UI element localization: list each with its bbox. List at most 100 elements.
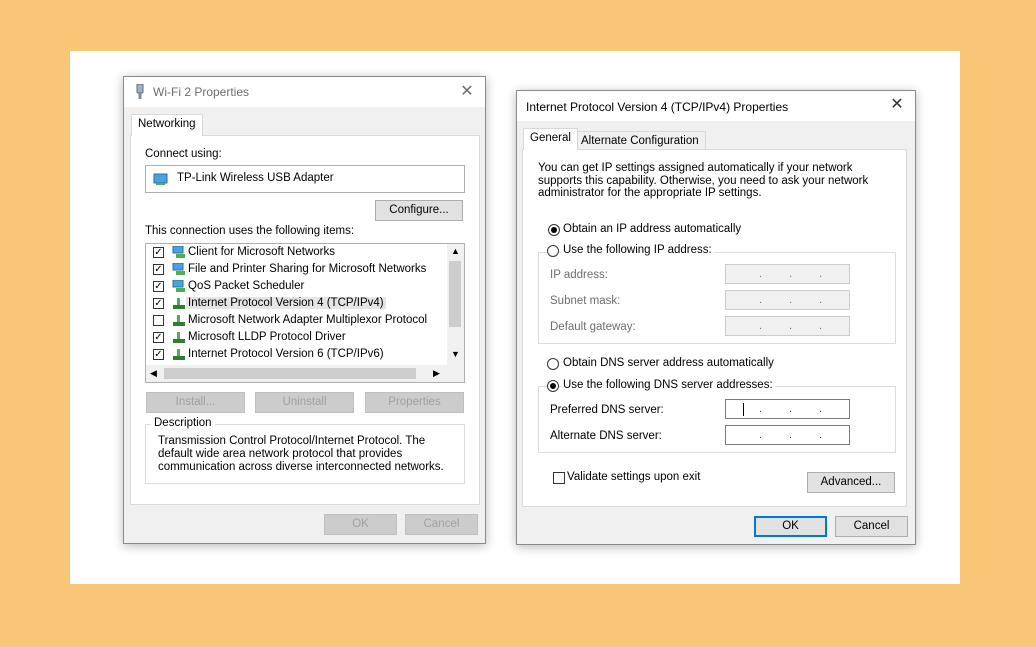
octet-separator: . — [789, 268, 793, 280]
octet-separator: . — [759, 429, 763, 441]
list-item[interactable]: Microsoft Network Adapter Multiplexor Pr… — [146, 312, 446, 329]
text-cursor — [743, 403, 744, 416]
item-label: QoS Packet Scheduler — [188, 280, 305, 292]
item-checkbox[interactable]: ✓ — [153, 332, 164, 343]
close-icon[interactable]: ✕ — [885, 93, 909, 117]
preferred-dns-label: Preferred DNS server: — [550, 404, 664, 416]
list-item[interactable]: ✓ File and Printer Sharing for Microsoft … — [146, 261, 446, 278]
dialog-title: Wi-Fi 2 Properties — [153, 85, 250, 99]
item-checkbox[interactable]: ✓ — [153, 349, 164, 360]
protocol-icon — [172, 331, 186, 344]
octet-separator: . — [759, 320, 763, 332]
obtain-ip-auto-radio[interactable] — [548, 224, 560, 236]
protocol-icon — [172, 297, 186, 310]
preferred-dns-field[interactable]: . . . — [725, 399, 850, 419]
default-gateway-label: Default gateway: — [550, 321, 636, 333]
use-following-dns-label[interactable]: Use the following DNS server addresses: — [561, 379, 775, 391]
ip-address-label: IP address: — [550, 269, 608, 281]
scroll-thumb-horizontal[interactable] — [164, 368, 416, 379]
ok-button[interactable]: OK — [754, 516, 827, 537]
scroll-up-icon[interactable]: ▲ — [451, 246, 460, 256]
wifi-properties-dialog: Wi-Fi 2 Properties ✕ Networking Connect … — [123, 76, 486, 544]
octet-separator: . — [819, 429, 823, 441]
item-label: Microsoft Network Adapter Multiplexor Pr… — [188, 314, 428, 326]
validate-label[interactable]: Validate settings upon exit — [567, 471, 700, 483]
intro-text: You can get IP settings assigned automat… — [538, 162, 869, 199]
octet-separator: . — [759, 403, 763, 415]
item-label: Client for Microsoft Networks — [188, 246, 335, 258]
obtain-dns-auto-label[interactable]: Obtain DNS server address automatically — [563, 357, 774, 369]
octet-separator: . — [759, 268, 763, 280]
uninstall-button[interactable]: Uninstall — [255, 392, 354, 413]
octet-separator: . — [819, 320, 823, 332]
description-text: Transmission Control Protocol/Internet P… — [158, 435, 444, 473]
scroll-thumb-vertical[interactable] — [449, 261, 461, 327]
items-list[interactable]: ✓ Client for Microsoft Networks ✓ File and … — [145, 243, 465, 383]
configure-button[interactable]: Configure... — [375, 200, 463, 221]
qos-icon — [172, 279, 186, 293]
octet-separator: . — [789, 403, 793, 415]
obtain-ip-auto-label[interactable]: Obtain an IP address automatically — [563, 223, 741, 235]
title-bar: Wi-Fi 2 Properties ✕ — [124, 77, 485, 107]
validate-checkbox[interactable] — [553, 472, 565, 484]
description-heading: Description — [151, 417, 215, 429]
tab-networking[interactable]: Networking — [131, 114, 203, 136]
ipv4-properties-dialog: Internet Protocol Version 4 (TCP/IPv4) P… — [516, 90, 916, 545]
list-item[interactable]: ✓ Internet Protocol Version 6 (TCP/IPv6) — [146, 346, 446, 363]
item-label: Internet Protocol Version 4 (TCP/IPv4) — [186, 297, 386, 309]
list-item[interactable]: ✓ Internet Protocol Version 4 (TCP/IPv4) — [146, 295, 446, 312]
install-button[interactable]: Install... — [146, 392, 245, 413]
cancel-button[interactable]: Cancel — [835, 516, 908, 537]
tab-general[interactable]: General — [523, 128, 578, 150]
adapter-icon — [153, 171, 169, 190]
title-bar: Internet Protocol Version 4 (TCP/IPv4) P… — [517, 91, 915, 121]
octet-separator: . — [759, 294, 763, 306]
tab-alternate-configuration[interactable]: Alternate Configuration — [574, 131, 706, 150]
list-item[interactable]: ✓ Microsoft LLDP Protocol Driver — [146, 329, 446, 346]
use-following-ip-radio[interactable] — [547, 245, 559, 257]
octet-separator: . — [819, 268, 823, 280]
network-client-icon — [172, 245, 186, 259]
close-icon[interactable]: ✕ — [455, 80, 479, 104]
alternate-dns-field[interactable]: . . . — [725, 425, 850, 445]
item-checkbox[interactable]: ✓ — [153, 298, 164, 309]
horizontal-scrollbar[interactable]: ◀ ▶ — [146, 365, 464, 382]
item-label: File and Printer Sharing for Microsoft N… — [188, 263, 427, 275]
use-following-ip-label[interactable]: Use the following IP address: — [561, 244, 714, 256]
item-checkbox[interactable]: ✓ — [153, 264, 164, 275]
default-gateway-field[interactable]: . . . — [725, 316, 850, 336]
item-label: Internet Protocol Version 6 (TCP/IPv6) — [188, 348, 384, 360]
obtain-dns-auto-radio[interactable] — [547, 358, 559, 370]
scroll-left-icon[interactable]: ◀ — [150, 368, 157, 379]
network-adapter-icon — [134, 83, 146, 103]
octet-separator: . — [789, 320, 793, 332]
alternate-dns-label: Alternate DNS server: — [550, 430, 662, 442]
properties-button[interactable]: Properties — [365, 392, 464, 413]
protocol-icon — [172, 348, 186, 361]
item-checkbox[interactable]: ✓ — [153, 281, 164, 292]
octet-separator: . — [819, 403, 823, 415]
advanced-button[interactable]: Advanced... — [807, 472, 895, 493]
list-item[interactable]: ✓ Client for Microsoft Networks — [146, 244, 446, 261]
protocol-icon — [172, 314, 186, 327]
items-label: This connection uses the following items… — [145, 225, 355, 237]
octet-separator: . — [789, 294, 793, 306]
octet-separator: . — [789, 429, 793, 441]
ok-button[interactable]: OK — [324, 514, 397, 535]
ip-address-field[interactable]: . . . — [725, 264, 850, 284]
list-item[interactable]: ✓ QoS Packet Scheduler — [146, 278, 446, 295]
file-sharing-icon — [172, 262, 186, 276]
scroll-down-icon[interactable]: ▼ — [451, 349, 460, 359]
use-following-dns-radio[interactable] — [547, 380, 559, 392]
octet-separator: . — [819, 294, 823, 306]
vertical-scrollbar[interactable]: ▲ ▼ — [447, 244, 464, 365]
subnet-mask-label: Subnet mask: — [550, 295, 621, 307]
item-checkbox[interactable]: ✓ — [153, 247, 164, 258]
subnet-mask-field[interactable]: . . . — [725, 290, 850, 310]
adapter-field: TP-Link Wireless USB Adapter — [145, 165, 465, 193]
cancel-button[interactable]: Cancel — [405, 514, 478, 535]
adapter-name: TP-Link Wireless USB Adapter — [177, 172, 334, 184]
item-checkbox[interactable] — [153, 315, 164, 326]
item-label: Microsoft LLDP Protocol Driver — [188, 331, 346, 343]
scroll-right-icon[interactable]: ▶ — [433, 368, 440, 379]
